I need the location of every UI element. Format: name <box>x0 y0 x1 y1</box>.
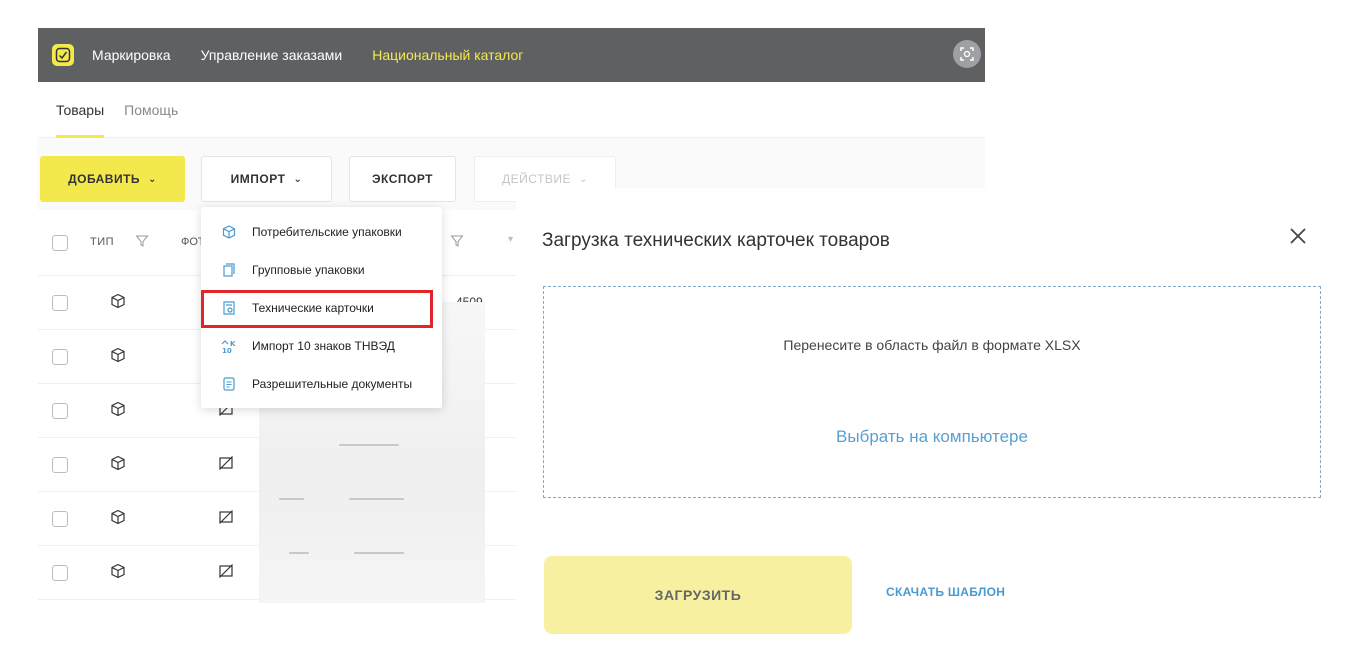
dropzone-hint: Перенесите в область файл в формате XLSX <box>783 337 1081 353</box>
row-checkbox[interactable] <box>52 457 68 473</box>
app-root: Маркировка Управление заказами Националь… <box>0 0 1356 671</box>
menu-item-label: Импорт 10 знаков ТНВЭД <box>252 339 395 353</box>
add-button[interactable]: ДОБАВИТЬ ⌄ <box>40 156 185 202</box>
import-button[interactable]: ИМПОРТ ⌄ <box>201 156 332 202</box>
chevron-down-icon: ⌄ <box>579 173 588 185</box>
export-button[interactable]: ЭКСПОРТ <box>349 156 456 202</box>
cube-icon <box>110 293 126 314</box>
menu-item-permit-documents[interactable]: Разрешительные документы <box>201 365 442 403</box>
modal-title: Загрузка технических карточек товаров <box>542 230 890 251</box>
upload-tech-cards-modal: Загрузка технических карточек товаров Пе… <box>516 188 1356 671</box>
nav-item-marking[interactable]: Маркировка <box>92 47 171 63</box>
cube-icon <box>221 224 237 240</box>
tab-products[interactable]: Товары <box>56 82 105 138</box>
menu-item-group-packages[interactable]: Групповые упаковки <box>201 251 442 289</box>
nav-item-national-catalog[interactable]: Национальный каталог <box>372 47 523 63</box>
row-checkbox[interactable] <box>52 565 68 581</box>
menu-item-tnved-import[interactable]: 10 K Импорт 10 знаков ТНВЭД <box>201 327 442 365</box>
tab-help[interactable]: Помощь <box>124 82 178 138</box>
export-button-label: ЭКСПОРТ <box>371 172 433 186</box>
no-photo-icon <box>218 563 234 584</box>
group-pack-icon <box>221 262 237 278</box>
no-photo-icon <box>218 455 234 476</box>
file-dropzone[interactable]: Перенесите в область файл в формате XLSX… <box>543 286 1321 498</box>
row-checkbox[interactable] <box>52 349 68 365</box>
upload-button[interactable]: ЗАГРУЗИТЬ <box>544 556 852 634</box>
filter-icon[interactable] <box>135 234 149 253</box>
action-button-label: ДЕЙСТВИЕ <box>502 172 572 186</box>
menu-item-label: Разрешительные документы <box>252 377 413 391</box>
row-checkbox[interactable] <box>52 403 68 419</box>
menu-item-label: Технические карточки <box>252 301 374 315</box>
tnved-icon: 10 K <box>221 338 237 354</box>
import-dropdown-menu: Потребительские упаковки Групповые упако… <box>201 207 442 408</box>
menu-item-tech-cards[interactable]: Технические карточки <box>201 289 442 327</box>
select-all-checkbox[interactable] <box>52 235 68 251</box>
download-template-link[interactable]: СКАЧАТЬ ШАБЛОН <box>886 585 1005 599</box>
row-checkbox[interactable] <box>52 295 68 311</box>
cube-icon <box>110 509 126 530</box>
subtabs: Товары Помощь <box>38 82 985 138</box>
logo-icon[interactable] <box>52 44 74 66</box>
choose-file-link[interactable]: Выбрать на компьютере <box>544 427 1320 447</box>
document-icon <box>221 376 237 392</box>
top-navigation-bar: Маркировка Управление заказами Националь… <box>38 28 985 82</box>
cube-icon <box>110 563 126 584</box>
chevron-down-icon: ⌄ <box>293 173 303 185</box>
cube-icon <box>110 347 126 368</box>
menu-item-label: Групповые упаковки <box>252 263 365 277</box>
filter-icon[interactable] <box>450 234 464 253</box>
svg-text:10: 10 <box>222 347 232 354</box>
import-button-label: ИМПОРТ <box>230 172 286 186</box>
svg-text:K: K <box>230 340 236 348</box>
chevron-down-icon: ⌄ <box>148 173 157 185</box>
tech-card-icon <box>221 300 237 316</box>
close-icon[interactable] <box>1283 221 1313 251</box>
nav-item-orders[interactable]: Управление заказами <box>201 47 343 63</box>
column-type-header: ТИП <box>90 236 115 248</box>
row-checkbox[interactable] <box>52 511 68 527</box>
sort-icon[interactable]: ▾ <box>508 234 513 245</box>
no-photo-icon <box>218 509 234 530</box>
add-button-label: ДОБАВИТЬ <box>68 172 141 186</box>
menu-item-label: Потребительские упаковки <box>252 225 402 239</box>
cube-icon <box>110 401 126 422</box>
scan-icon[interactable] <box>953 40 981 68</box>
menu-item-consumer-packages[interactable]: Потребительские упаковки <box>201 213 442 251</box>
cube-icon <box>110 455 126 476</box>
